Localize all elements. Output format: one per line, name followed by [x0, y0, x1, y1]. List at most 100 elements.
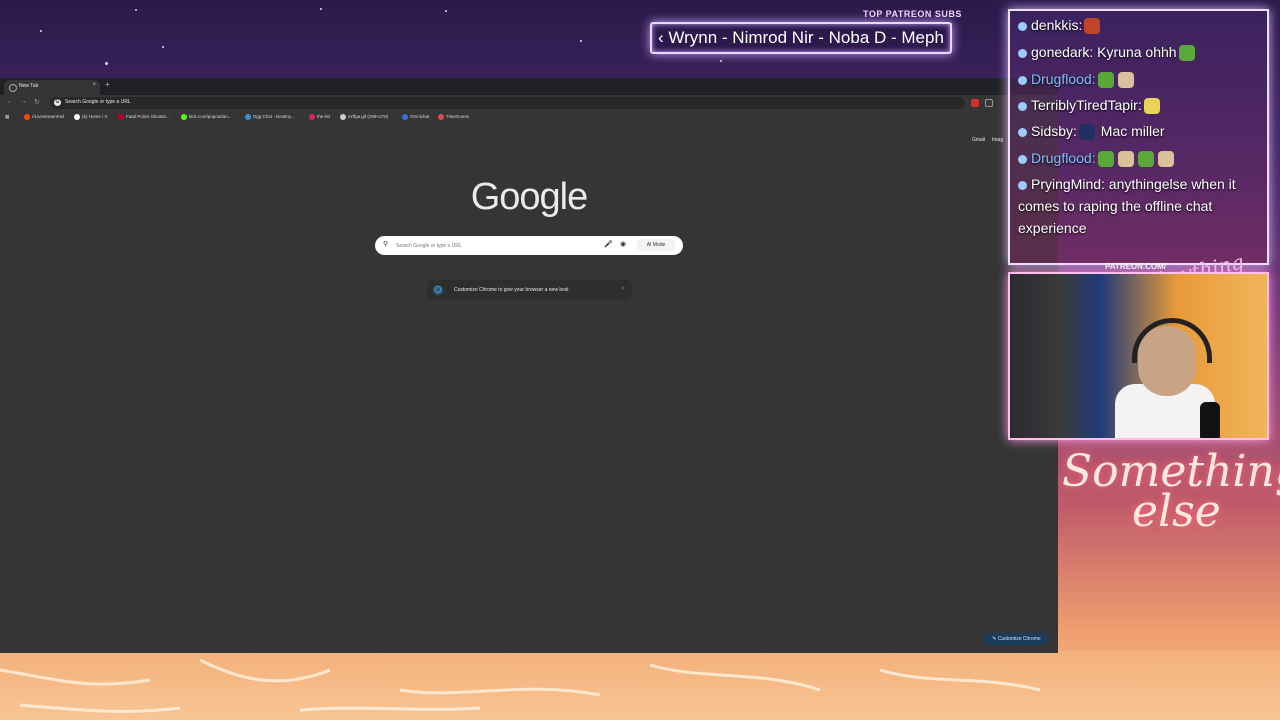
- reload-icon[interactable]: ↻: [34, 98, 40, 106]
- headphones-icon: [1132, 318, 1212, 363]
- chat-message: gonedark: Kyruna ohhh: [1018, 41, 1197, 63]
- chat-username: Drugflood:: [1031, 71, 1096, 87]
- emote-icon: [1117, 72, 1134, 89]
- chevron-right-icon: ›: [621, 285, 624, 292]
- chat-message: Sidsby: Mac miller: [1018, 120, 1165, 142]
- google-g-icon: G: [54, 99, 61, 106]
- bookmark-favicon-icon: [309, 114, 315, 120]
- bookmark-favicon-icon: [118, 114, 124, 120]
- bookmark-item[interactable]: ezffga.gif (299×278): [340, 114, 388, 120]
- chrome-favicon-icon: [9, 84, 17, 92]
- chat-badge-icon: [1018, 101, 1027, 111]
- bookmark-favicon-icon: [438, 114, 444, 120]
- emote-icon: [1117, 151, 1134, 168]
- patreon-subs-title: TOP PATREON SUBS: [863, 9, 962, 19]
- chat-badge-icon: [1018, 180, 1027, 190]
- bookmark-item[interactable]: Omnichat: [402, 114, 429, 120]
- sand-pattern: [0, 658, 1041, 713]
- chat-badge-icon: [1018, 127, 1027, 137]
- bookmark-item[interactable]: Dgg Chat - Destiny...: [245, 114, 294, 120]
- search-icon: ⚲: [383, 241, 389, 248]
- bookmark-item[interactable]: r/LivestreamFail: [24, 114, 64, 120]
- lens-camera-icon[interactable]: ◉: [620, 240, 626, 248]
- chat-username: TerriblyTiredTapir:: [1031, 97, 1142, 113]
- chat-text: Mac miller: [1096, 123, 1165, 139]
- patreon-subs-ticker: ‹ Wrynn - Nimrod Nir - Noba D - Meph: [650, 22, 952, 54]
- chat-message: Drugflood:: [1018, 68, 1136, 90]
- google-search-box[interactable]: ⚲ 🎤 ◉ AI Mode: [375, 236, 683, 255]
- chat-username: Drugflood:: [1031, 150, 1096, 166]
- chat-username: denkkis:: [1031, 17, 1083, 33]
- bookmark-favicon-icon: [74, 114, 80, 120]
- apps-grid-icon[interactable]: ▦: [5, 114, 9, 120]
- bookmark-item[interactable]: (5) Home / X: [74, 114, 108, 120]
- tab-title: New Tab: [19, 83, 39, 89]
- bookmark-item[interactable]: the list: [309, 114, 330, 120]
- bookmark-favicon-icon: [402, 114, 408, 120]
- emote-icon: [1137, 151, 1154, 168]
- chat-message: denkkis:: [1018, 14, 1102, 36]
- new-tab-button[interactable]: +: [105, 80, 110, 89]
- emote-icon: [1078, 124, 1095, 141]
- chat-username: gonedark:: [1031, 44, 1094, 60]
- browser-toolbar: ← → ↻ G Search Google or type a URL: [0, 95, 1058, 111]
- chat-username: Sidsby:: [1031, 123, 1077, 139]
- customize-card-text: Customize Chrome to give your browser a …: [454, 287, 569, 293]
- customize-button-label: Customize Chrome: [997, 636, 1041, 642]
- ticker-text: ‹ Wrynn - Nimrod Nir - Noba D - Meph: [658, 28, 944, 47]
- emote-icon: [1084, 18, 1101, 35]
- bookmark-label: the list: [317, 114, 331, 120]
- bookmark-favicon-icon: [245, 114, 251, 120]
- extension-icon[interactable]: [971, 99, 979, 107]
- chat-badge-icon: [1018, 154, 1027, 164]
- bookmark-label: Fatal Police Shootin...: [126, 114, 170, 120]
- bookmark-item[interactable]: TimeGuess: [438, 114, 469, 120]
- chat-message: PryingMind: anythingelse when it comes t…: [1018, 173, 1262, 239]
- chat-message: TerriblyTiredTapir:: [1018, 94, 1162, 116]
- tab-new-tab[interactable]: New Tab ×: [4, 80, 100, 95]
- emote-icon: [1097, 151, 1114, 168]
- tab-close-icon[interactable]: ×: [92, 82, 96, 88]
- emote-icon: [1157, 151, 1174, 168]
- bookmarks-bar: ▦ r/LivestreamFail (5) Home / X Fatal Po…: [0, 111, 1058, 125]
- customize-chrome-button[interactable]: ✎ Customize Chrome: [984, 633, 1049, 645]
- chat-badge-icon: [1018, 48, 1027, 58]
- bookmark-favicon-icon: [340, 114, 346, 120]
- bookmark-label: TimeGuess: [446, 114, 469, 120]
- gmail-link[interactable]: Gmail: [972, 137, 985, 143]
- ai-mode-button[interactable]: AI Mode: [636, 239, 676, 251]
- search-input[interactable]: [394, 239, 598, 253]
- brand-logo-large: Something else: [1062, 450, 1280, 537]
- address-bar[interactable]: G Search Google or type a URL: [50, 97, 965, 109]
- microphone-prop: [1200, 402, 1220, 438]
- palette-icon: ◯: [433, 285, 443, 295]
- browser-window: New Tab × + ← → ↻ G Search Google or typ…: [0, 78, 1058, 653]
- images-link[interactable]: Imag: [992, 137, 1003, 143]
- forward-icon[interactable]: →: [20, 98, 27, 105]
- bookmark-label: r/LivestreamFail: [32, 114, 65, 120]
- microphone-icon[interactable]: 🎤: [604, 240, 613, 248]
- webcam-feed: [1008, 272, 1269, 440]
- back-icon[interactable]: ←: [6, 98, 13, 105]
- chat-badge-icon: [1018, 21, 1027, 31]
- chat-message: Drugflood:: [1018, 147, 1176, 169]
- extensions-puzzle-icon[interactable]: [985, 99, 993, 107]
- bookmark-label: Omnichat: [410, 114, 430, 120]
- bookmark-item[interactable]: Fatal Police Shootin...: [118, 114, 170, 120]
- chat-badge-icon: [1018, 75, 1027, 85]
- bookmark-favicon-icon: [24, 114, 30, 120]
- chat-username: PryingMind:: [1031, 176, 1105, 192]
- emote-icon: [1143, 98, 1160, 115]
- customize-chrome-card[interactable]: ◯ Customize Chrome to give your browser …: [427, 280, 632, 300]
- chat-text: Kyruna ohhh: [1093, 44, 1177, 60]
- bookmark-label: Dgg Chat - Destiny...: [253, 114, 295, 120]
- bookmark-label: kick.com/popout/an...: [189, 114, 232, 120]
- brand-line-2: else: [1132, 486, 1221, 537]
- google-logo: Google: [470, 176, 589, 218]
- bookmark-label: (5) Home / X: [82, 114, 108, 120]
- emote-icon: [1178, 45, 1195, 62]
- stream-chat-panel: denkkis: gonedark: Kyruna ohhh Drugflood…: [1008, 9, 1269, 265]
- emote-icon: [1097, 72, 1114, 89]
- bookmark-item[interactable]: kick.com/popout/an...: [181, 114, 232, 120]
- address-bar-placeholder: Search Google or type a URL: [65, 99, 131, 105]
